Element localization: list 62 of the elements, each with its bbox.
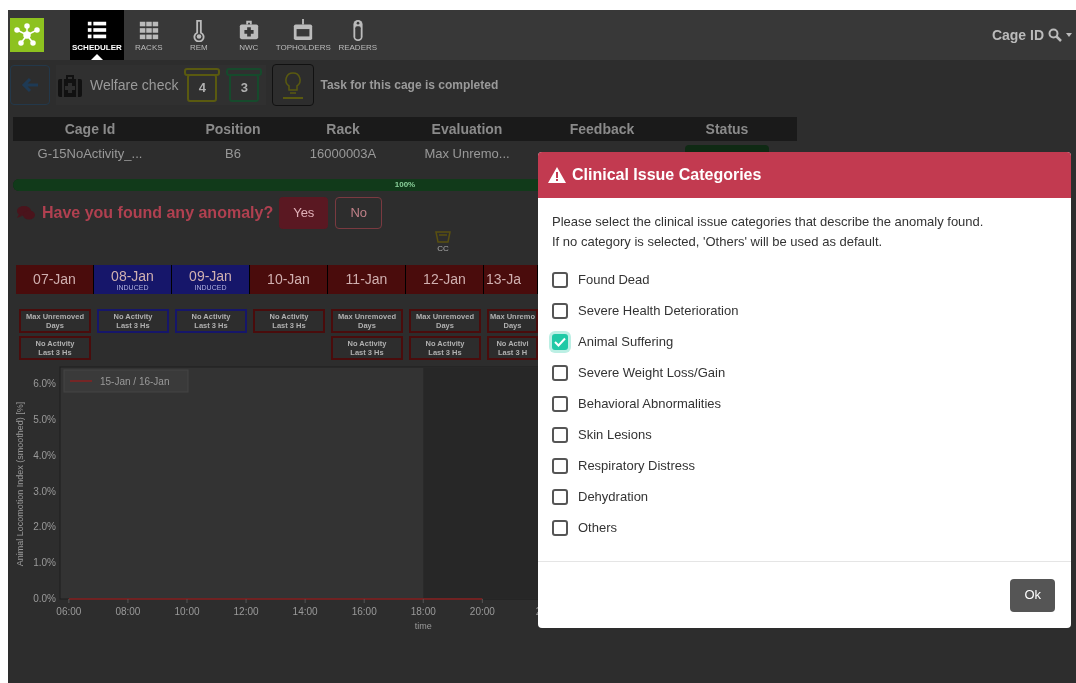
checkbox-label[interactable]: Found Dead: [578, 270, 650, 290]
x-tick-label: 14:00: [292, 606, 318, 617]
column-header: Rack: [325, 119, 361, 139]
count-label: 3: [240, 78, 249, 97]
y-axis-label: Animal Locomotion Index (smoothed) [%]: [15, 401, 25, 567]
answer-button[interactable]: Yes: [279, 197, 329, 229]
x-tick-label: 16:00: [351, 606, 377, 617]
table-cell-text: Max Unremo...: [423, 145, 511, 164]
dialog-message: Please select the clinical issue categories that describe the anomaly found.: [552, 213, 985, 231]
y-tick-label: 6.0%: [33, 378, 56, 390]
table-cell-text: 16000003A: [308, 145, 378, 164]
checkbox-label[interactable]: Severe Weight Loss/Gain: [578, 363, 726, 383]
nav-tab[interactable]: NWC: [223, 10, 274, 60]
date-cell: 12-Jan: [406, 265, 484, 294]
checkbox-label[interactable]: Others: [578, 518, 617, 538]
dialog-message: If no category is selected, 'Others' will be used as default.: [552, 233, 884, 251]
nav-tab[interactable]: TOPHOLDERS: [273, 10, 333, 60]
y-tick-label: 3.0%: [33, 485, 56, 497]
count-label: 4: [198, 78, 207, 97]
x-tick-label: 10:00: [174, 606, 200, 617]
table-cell-text: G-15NoActivity_...: [36, 145, 144, 164]
welfare-check-label: Welfare check: [90, 75, 179, 95]
x-tick-label: 08:00: [115, 606, 141, 617]
cage-label: CC: [437, 243, 449, 255]
x-tick-label: 06:00: [56, 606, 82, 617]
checkbox-label[interactable]: Skin Lesions: [578, 425, 652, 445]
y-tick-label: 1.0%: [33, 556, 56, 568]
progress-label: 100%: [394, 179, 416, 191]
y-tick-label: 0.0%: [33, 592, 56, 604]
task-status-text: Task for this cage is completed: [320, 77, 499, 94]
x-tick-label: 20:00: [469, 606, 495, 617]
checkbox-label[interactable]: Dehydration: [578, 487, 649, 507]
date-cell: 13-Ja: [484, 265, 538, 294]
date-cell: 10-Jan: [250, 265, 328, 294]
date-cell: 07-Jan: [16, 265, 94, 294]
nav-tab[interactable]: REM: [173, 10, 224, 60]
y-tick-label: 2.0%: [33, 521, 56, 533]
x-axis-label: time: [414, 621, 432, 631]
search-label[interactable]: Cage ID: [991, 24, 1044, 46]
y-tick-label: 5.0%: [33, 414, 56, 426]
legend-label: 15-Jan / 16-Jan: [100, 376, 170, 387]
nav-tab[interactable]: SCHEDULER: [70, 10, 124, 60]
checkbox-label[interactable]: Animal Suffering: [578, 332, 674, 352]
column-header: Status: [704, 119, 750, 139]
column-header: Evaluation: [430, 119, 504, 139]
ok-button[interactable]: Ok: [1010, 578, 1055, 612]
nav-tab[interactable]: RACKS: [123, 10, 174, 60]
y-tick-label: 4.0%: [33, 449, 56, 461]
nav-tab[interactable]: READERS: [332, 10, 383, 60]
column-header: Feedback: [568, 119, 636, 139]
x-tick-label: 12:00: [233, 606, 259, 617]
date-cell: 11-Jan: [328, 265, 406, 294]
column-header: Position: [204, 119, 262, 139]
checkbox-label[interactable]: Behavioral Abnormalities: [578, 394, 722, 414]
x-tick-label: 18:00: [410, 606, 436, 617]
checkbox-label[interactable]: Respiratory Distress: [578, 456, 696, 476]
column-header: Cage Id: [63, 119, 117, 139]
answer-button[interactable]: No: [335, 197, 382, 229]
anomaly-question: Have you found any anomaly?: [42, 203, 274, 223]
table-cell-text: B6: [224, 145, 242, 164]
dialog-title: Clinical Issue Categories: [572, 165, 762, 185]
checkbox-label[interactable]: Severe Health Deterioration: [578, 301, 739, 321]
